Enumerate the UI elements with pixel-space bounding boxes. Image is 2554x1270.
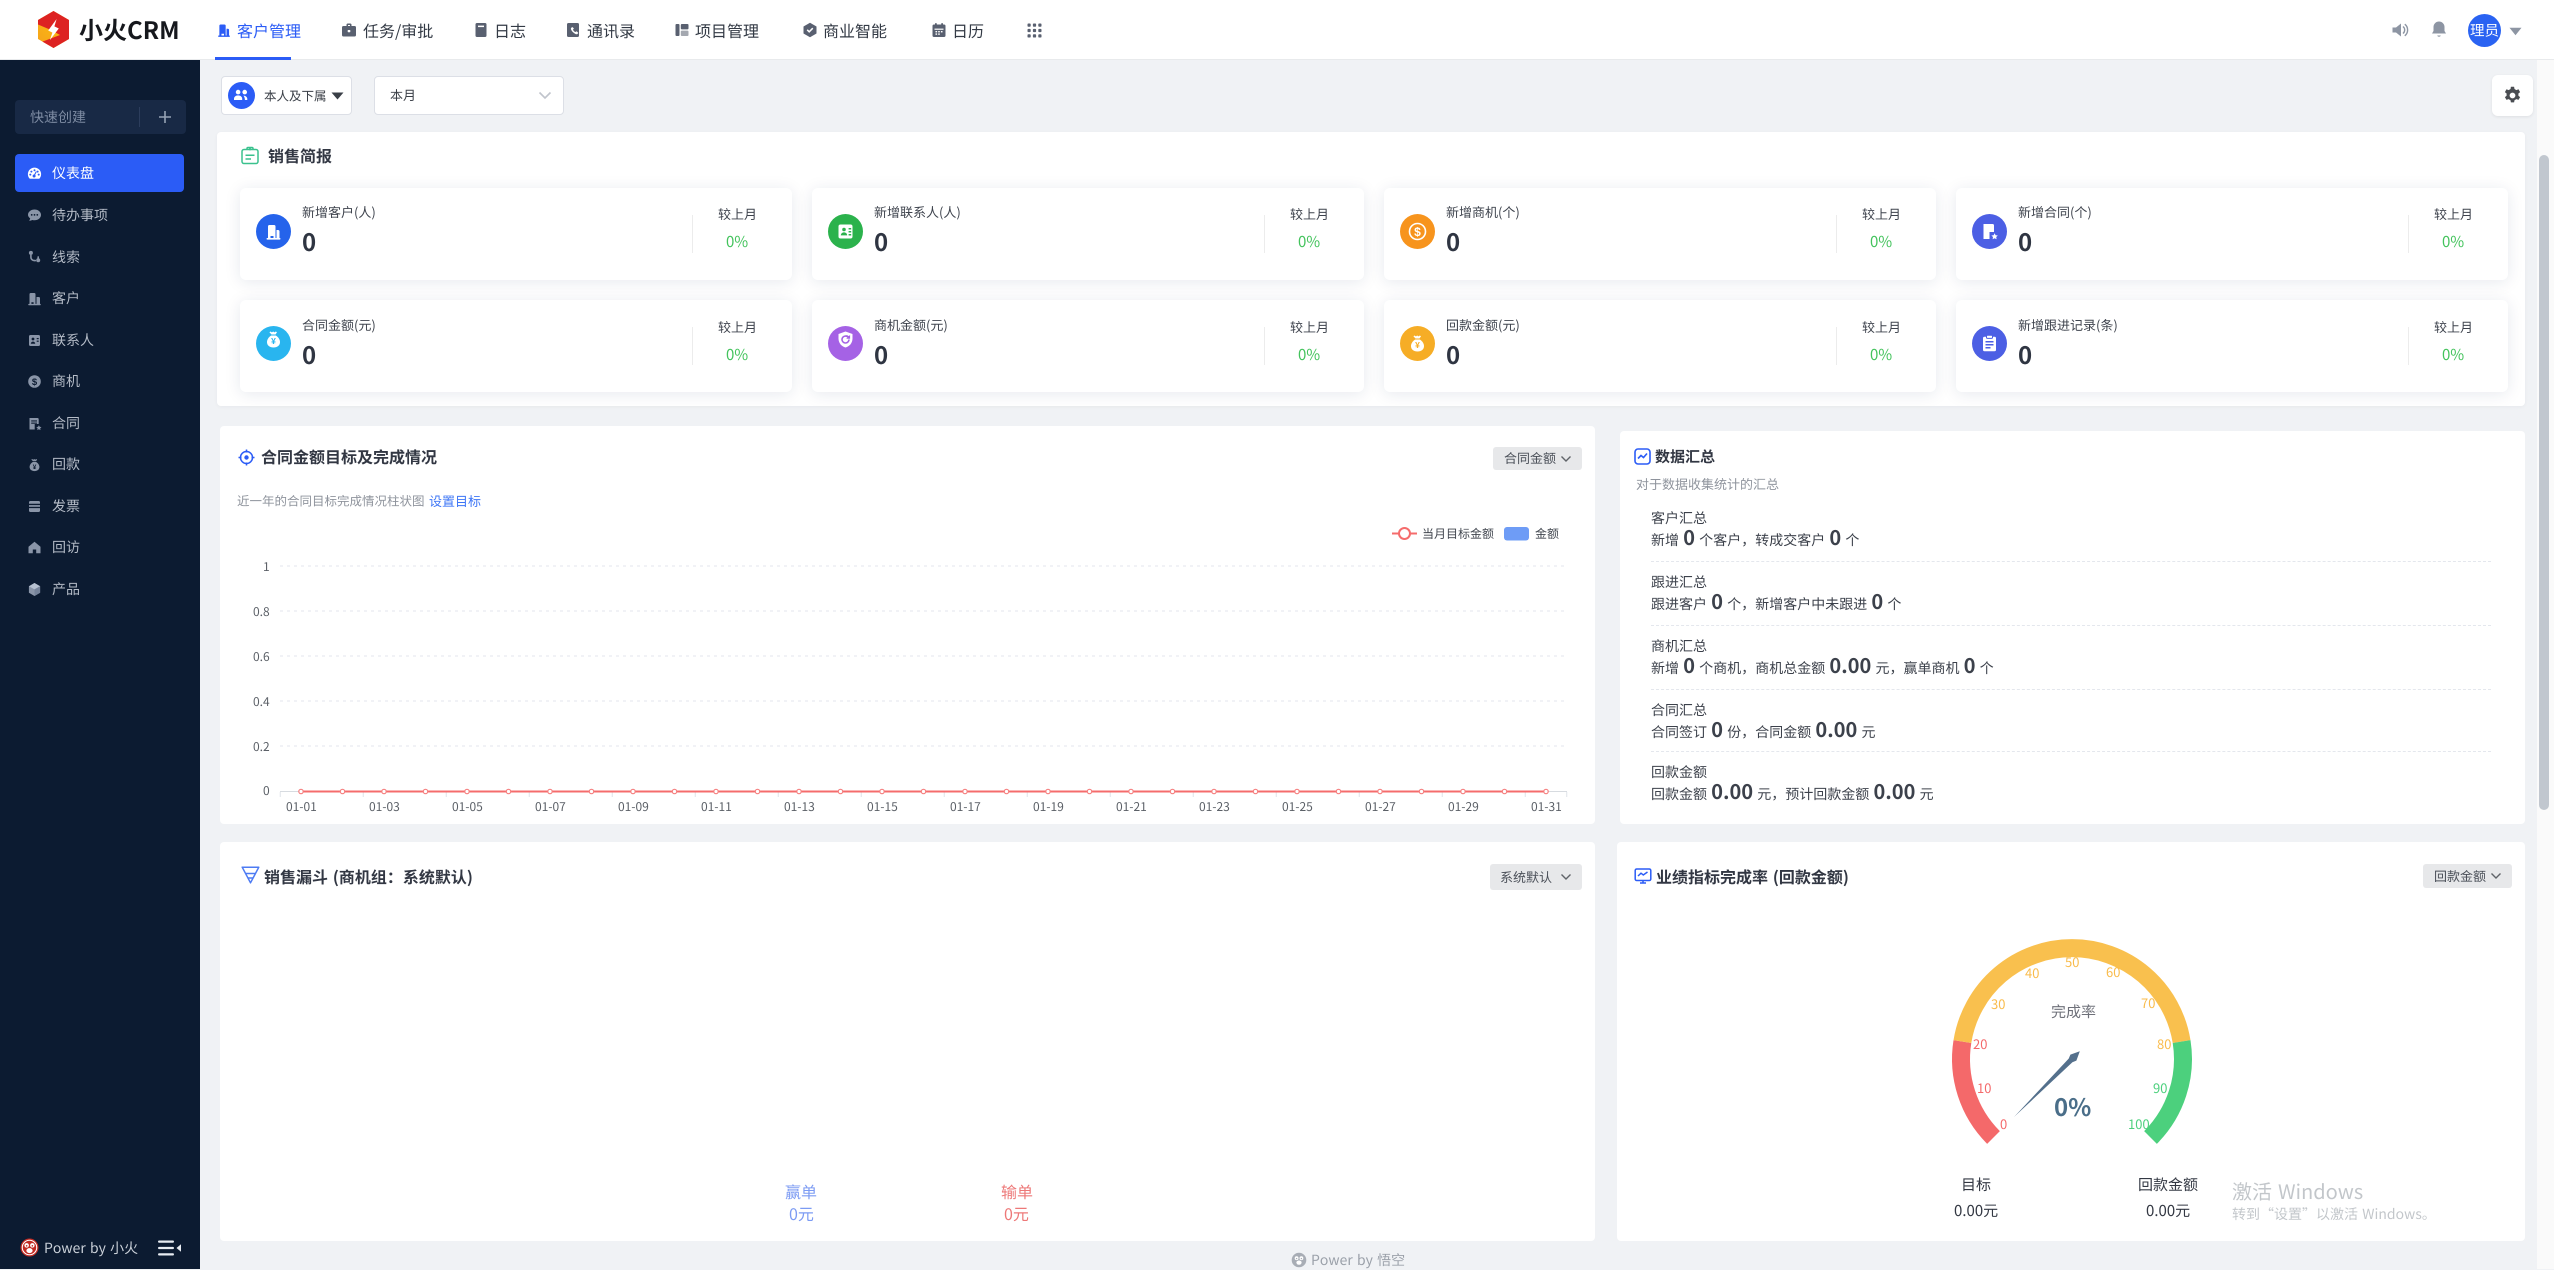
svg-text:¥: ¥ (271, 336, 276, 346)
svg-text:¥: ¥ (33, 464, 37, 471)
svg-text:$: $ (32, 377, 38, 388)
svg-text:¥: ¥ (1415, 340, 1420, 350)
svg-text:$: $ (1414, 225, 1421, 239)
